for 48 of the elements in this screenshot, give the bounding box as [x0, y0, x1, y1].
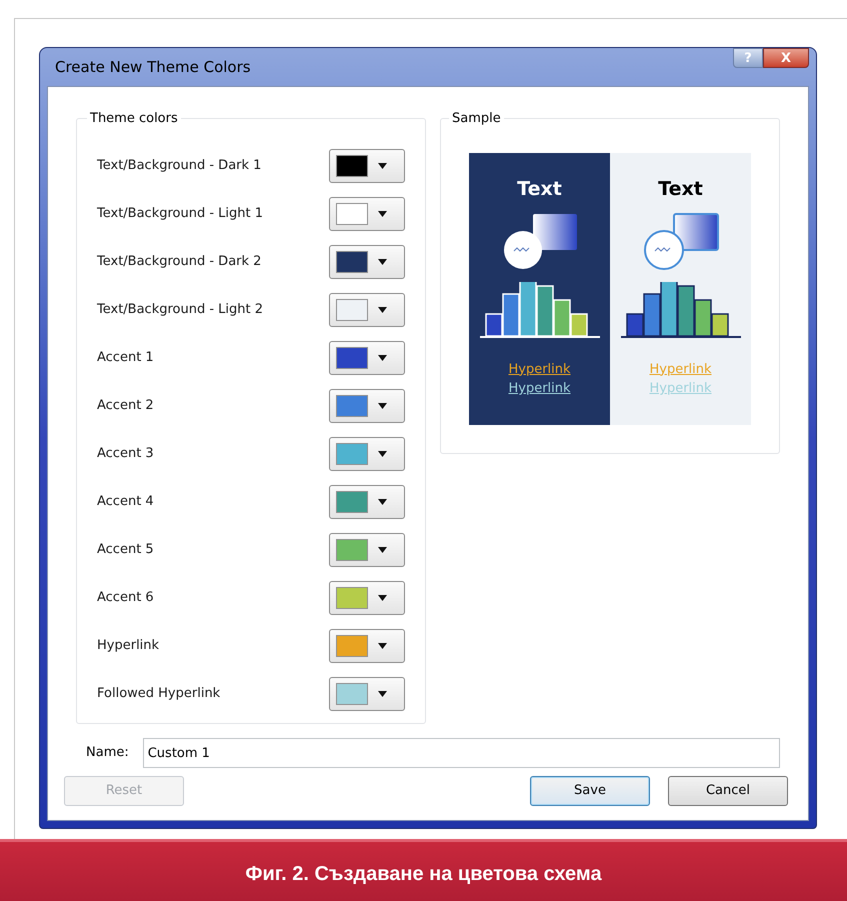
- followed-hyperlink-text: Hyperlink: [508, 380, 571, 398]
- color-label: Text/Background - Light 2: [97, 301, 264, 320]
- color-picker-button[interactable]: [329, 293, 405, 327]
- dropdown-arrow-icon: [378, 451, 387, 457]
- dialog-button[interactable]: Cancel: [668, 776, 788, 806]
- color-picker-button[interactable]: [329, 677, 405, 711]
- dropdown-arrow-icon: [378, 691, 387, 697]
- hyperlink-text: Hyperlink: [508, 360, 571, 378]
- dropdown-arrow-icon: [378, 595, 387, 601]
- dropdown-arrow-icon: [378, 355, 387, 361]
- window-title: Create New Theme Colors: [55, 56, 251, 78]
- dialog-button[interactable]: Save: [530, 776, 650, 806]
- color-label: Accent 2: [97, 397, 154, 416]
- dropdown-arrow-icon: [378, 499, 387, 505]
- dropdown-arrow-icon: [378, 547, 387, 553]
- color-label: Hyperlink: [97, 637, 160, 656]
- color-label: Accent 4: [97, 493, 154, 512]
- color-picker-button[interactable]: [329, 149, 405, 183]
- figure-caption: Фиг. 2. Създаване на цветова схема: [245, 862, 602, 887]
- dropdown-arrow-icon: [378, 211, 387, 217]
- color-label: Accent 1: [97, 349, 154, 368]
- hyperlink-text: Hyperlink: [649, 360, 712, 378]
- color-picker-button[interactable]: [329, 629, 405, 663]
- color-label: Accent 6: [97, 589, 154, 608]
- dropdown-arrow-icon: [378, 259, 387, 265]
- color-picker-button[interactable]: [329, 245, 405, 279]
- color-label: Text/Background - Dark 2: [97, 253, 262, 272]
- color-label: Text/Background - Dark 1: [97, 157, 262, 176]
- dropdown-arrow-icon: [378, 643, 387, 649]
- color-picker-button[interactable]: [329, 197, 405, 231]
- name-input-field[interactable]: Custom 1: [142, 738, 780, 768]
- color-picker-button[interactable]: [329, 437, 405, 471]
- dropdown-arrow-icon: [378, 403, 387, 409]
- name-label: Name:: [86, 744, 129, 762]
- followed-hyperlink-text: Hyperlink: [649, 380, 712, 398]
- color-picker-button[interactable]: [329, 389, 405, 423]
- color-label: Accent 3: [97, 445, 154, 464]
- color-picker-button[interactable]: [329, 485, 405, 519]
- color-picker-button[interactable]: [329, 533, 405, 567]
- dropdown-arrow-icon: [378, 163, 387, 169]
- color-label: Text/Background - Light 1: [97, 205, 264, 224]
- dropdown-arrow-icon: [378, 307, 387, 313]
- sample-heading: Text: [658, 177, 703, 202]
- color-label: Accent 5: [97, 541, 154, 560]
- color-label: Followed Hyperlink: [97, 685, 220, 704]
- sample-heading: Text: [517, 177, 562, 202]
- color-picker-button[interactable]: [329, 581, 405, 615]
- color-picker-button[interactable]: [329, 341, 405, 375]
